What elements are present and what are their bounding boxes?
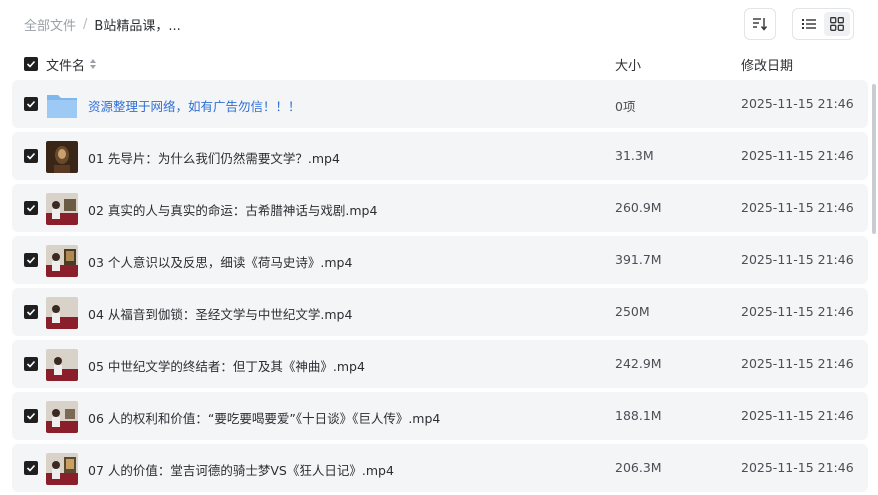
file-name[interactable]: 04 从福音到伽锁：圣经文学与中世纪文学.mp4: [88, 304, 352, 323]
list-view-button[interactable]: [796, 12, 822, 36]
file-name[interactable]: 资源整理于网络，如有广告勿信！！！: [88, 96, 301, 115]
file-row[interactable]: 资源整理于网络，如有广告勿信！！！ 0项 2025-11-15 21:46: [12, 80, 868, 128]
file-row[interactable]: 06 人的权利和价值：“要吃要喝要爱”《十日谈》《巨人传》.mp4 188.1M…: [12, 392, 868, 440]
file-row[interactable]: 03 个人意识以及反思，细读《荷马史诗》.mp4 391.7M 2025-11-…: [12, 236, 868, 284]
file-row[interactable]: 02 真实的人与真实的命运：古希腊神话与戏剧.mp4 260.9M 2025-1…: [12, 184, 868, 232]
column-header-date[interactable]: 修改日期: [741, 55, 793, 74]
sort-icon: [753, 18, 768, 31]
grid-view-icon: [830, 17, 844, 31]
sort-arrows-icon: [90, 59, 97, 69]
breadcrumb-root-link[interactable]: 全部文件: [24, 15, 76, 34]
check-icon: [26, 100, 36, 108]
breadcrumb-separator: /: [83, 16, 88, 32]
video-thumbnail: [46, 453, 78, 485]
file-date: 2025-11-15 21:46: [741, 408, 854, 423]
column-header-size[interactable]: 大小: [615, 55, 641, 74]
file-name[interactable]: 06 人的权利和价值：“要吃要喝要爱”《十日谈》《巨人传》.mp4: [88, 408, 440, 427]
file-name[interactable]: 02 真实的人与真实的命运：古希腊神话与戏剧.mp4: [88, 200, 377, 219]
view-toggle: [792, 8, 854, 40]
table-header: 文件名 大小 修改日期: [12, 52, 868, 76]
file-size: 188.1M: [615, 408, 662, 423]
check-icon: [26, 152, 36, 160]
row-checkbox[interactable]: [24, 97, 38, 111]
file-date: 2025-11-15 21:46: [741, 460, 854, 475]
select-all-checkbox[interactable]: [24, 57, 38, 71]
file-size: 391.7M: [615, 252, 662, 267]
row-checkbox[interactable]: [24, 253, 38, 267]
list-view-icon: [802, 19, 816, 29]
file-row[interactable]: 01 先导片：为什么我们仍然需要文学？.mp4 31.3M 2025-11-15…: [12, 132, 868, 180]
row-checkbox[interactable]: [24, 461, 38, 475]
row-checkbox[interactable]: [24, 201, 38, 215]
row-checkbox[interactable]: [24, 409, 38, 423]
file-size: 242.9M: [615, 356, 662, 371]
file-size: 260.9M: [615, 200, 662, 215]
video-thumbnail: [46, 349, 78, 381]
video-thumbnail: [46, 401, 78, 433]
sort-button[interactable]: [744, 8, 776, 40]
grid-view-button[interactable]: [824, 12, 850, 36]
file-name[interactable]: 01 先导片：为什么我们仍然需要文学？.mp4: [88, 148, 340, 167]
check-icon: [26, 360, 36, 368]
folder-icon: [46, 89, 78, 121]
file-name[interactable]: 05 中世纪文学的终结者：但丁及其《神曲》.mp4: [88, 356, 365, 375]
file-row[interactable]: 05 中世纪文学的终结者：但丁及其《神曲》.mp4 242.9M 2025-11…: [12, 340, 868, 388]
check-icon: [26, 308, 36, 316]
check-icon: [26, 204, 36, 212]
video-thumbnail: [46, 193, 78, 225]
video-thumbnail: [46, 245, 78, 277]
check-icon: [26, 412, 36, 420]
row-checkbox[interactable]: [24, 305, 38, 319]
file-size: 31.3M: [615, 148, 654, 163]
file-date: 2025-11-15 21:46: [741, 356, 854, 371]
row-checkbox[interactable]: [24, 357, 38, 371]
file-date: 2025-11-15 21:46: [741, 252, 854, 267]
file-size: 206.3M: [615, 460, 662, 475]
breadcrumb-current: B站精品课，...: [94, 18, 181, 34]
file-date: 2025-11-15 21:46: [741, 96, 854, 111]
column-header-name[interactable]: 文件名: [46, 55, 97, 74]
video-thumbnail: [46, 141, 78, 173]
vertical-scrollbar[interactable]: [872, 84, 876, 234]
check-icon: [26, 256, 36, 264]
file-name[interactable]: 03 个人意识以及反思，细读《荷马史诗》.mp4: [88, 252, 352, 271]
file-date: 2025-11-15 21:46: [741, 148, 854, 163]
file-list: 资源整理于网络，如有广告勿信！！！ 0项 2025-11-15 21:46 01…: [12, 80, 868, 495]
file-name[interactable]: 07 人的价值：堂吉诃德的骑士梦VS《狂人日记》.mp4: [88, 460, 394, 479]
column-header-name-label: 文件名: [46, 58, 86, 74]
check-icon: [26, 60, 36, 68]
file-size: 250M: [615, 304, 650, 319]
file-row[interactable]: 04 从福音到伽锁：圣经文学与中世纪文学.mp4 250M 2025-11-15…: [12, 288, 868, 336]
video-thumbnail: [46, 297, 78, 329]
check-icon: [26, 464, 36, 472]
file-row[interactable]: 07 人的价值：堂吉诃德的骑士梦VS《狂人日记》.mp4 206.3M 2025…: [12, 444, 868, 492]
file-size: 0项: [615, 99, 636, 114]
breadcrumb: 全部文件 / B站精品课，...: [24, 14, 181, 34]
file-date: 2025-11-15 21:46: [741, 304, 854, 319]
file-date: 2025-11-15 21:46: [741, 200, 854, 215]
row-checkbox[interactable]: [24, 149, 38, 163]
